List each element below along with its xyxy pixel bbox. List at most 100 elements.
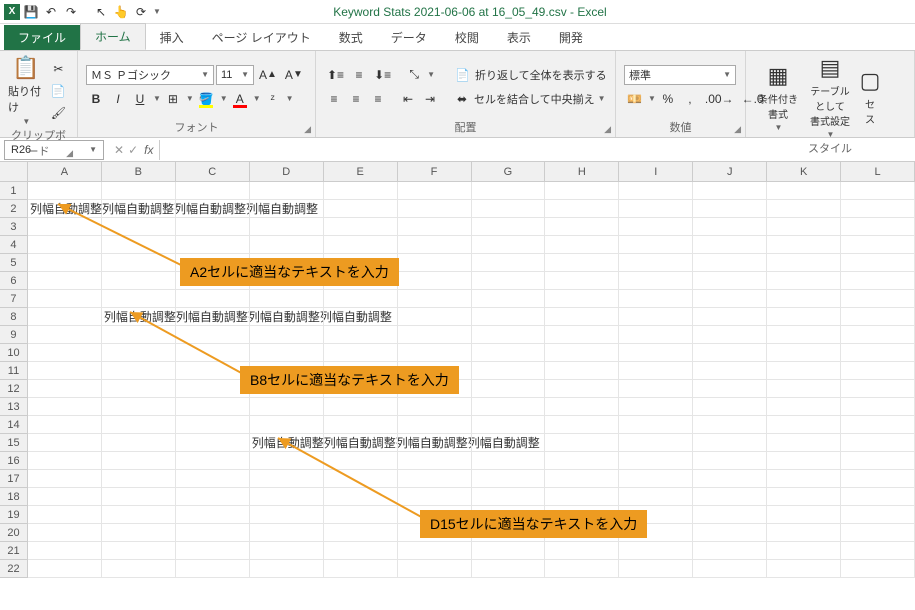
- worksheet-grid[interactable]: ABCDEFGHIJKL 12列幅自動調整列幅自動調整列幅自動調整列幅自動調整3…: [0, 162, 915, 578]
- bold-button[interactable]: B: [86, 89, 106, 109]
- conditional-format-button[interactable]: ▦条件付き 書式▼: [754, 55, 802, 139]
- cell-D3[interactable]: [250, 218, 324, 236]
- cell-G4[interactable]: [472, 236, 546, 254]
- tab-home[interactable]: ホーム: [80, 23, 146, 50]
- cell-G2[interactable]: [472, 200, 546, 218]
- save-icon[interactable]: 💾: [22, 3, 40, 21]
- cell-J4[interactable]: [693, 236, 767, 254]
- row-header[interactable]: 20: [0, 524, 28, 542]
- cell-E20[interactable]: [324, 524, 398, 542]
- cell-E21[interactable]: [324, 542, 398, 560]
- cell-F8[interactable]: [398, 308, 472, 326]
- col-header-D[interactable]: D: [250, 162, 324, 182]
- cell-F21[interactable]: [398, 542, 472, 560]
- font-size-select[interactable]: 11▼: [216, 65, 254, 85]
- cell-B13[interactable]: [102, 398, 176, 416]
- cell-H7[interactable]: [545, 290, 619, 308]
- font-color-button[interactable]: A: [230, 89, 250, 109]
- cell-J6[interactable]: [693, 272, 767, 290]
- undo-icon[interactable]: ↶: [42, 3, 60, 21]
- cell-D9[interactable]: [250, 326, 324, 344]
- cell-A12[interactable]: [28, 380, 102, 398]
- col-header-L[interactable]: L: [841, 162, 915, 182]
- cell-F13[interactable]: [398, 398, 472, 416]
- cell-K14[interactable]: [767, 416, 841, 434]
- cell-L15[interactable]: [841, 434, 915, 452]
- cell-A18[interactable]: [28, 488, 102, 506]
- cell-G17[interactable]: [472, 470, 546, 488]
- orientation-button[interactable]: ⤡: [404, 65, 424, 85]
- border-button[interactable]: ⊞: [163, 89, 183, 109]
- cell-C3[interactable]: [176, 218, 250, 236]
- cell-E15[interactable]: [324, 434, 398, 452]
- cell-B17[interactable]: [102, 470, 176, 488]
- cell-B6[interactable]: [102, 272, 176, 290]
- cell-D15[interactable]: 列幅自動調整列幅自動調整列幅自動調整列幅自動調整: [250, 434, 324, 452]
- cell-B9[interactable]: [102, 326, 176, 344]
- cell-B11[interactable]: [102, 362, 176, 380]
- cell-K13[interactable]: [767, 398, 841, 416]
- cell-D19[interactable]: [250, 506, 324, 524]
- cell-E17[interactable]: [324, 470, 398, 488]
- cell-I9[interactable]: [619, 326, 693, 344]
- cell-G13[interactable]: [472, 398, 546, 416]
- cell-J7[interactable]: [693, 290, 767, 308]
- cell-K19[interactable]: [767, 506, 841, 524]
- cell-G16[interactable]: [472, 452, 546, 470]
- cell-D10[interactable]: [250, 344, 324, 362]
- cell-B5[interactable]: [102, 254, 176, 272]
- cell-B18[interactable]: [102, 488, 176, 506]
- indent-decrease-button[interactable]: ⇤: [398, 89, 418, 109]
- row-header[interactable]: 5: [0, 254, 28, 272]
- cell-A13[interactable]: [28, 398, 102, 416]
- cell-I6[interactable]: [619, 272, 693, 290]
- col-header-K[interactable]: K: [767, 162, 841, 182]
- cell-K15[interactable]: [767, 434, 841, 452]
- cell-K16[interactable]: [767, 452, 841, 470]
- cell-G11[interactable]: [472, 362, 546, 380]
- cell-D22[interactable]: [250, 560, 324, 578]
- cell-D17[interactable]: [250, 470, 324, 488]
- number-format-select[interactable]: 標準▼: [624, 65, 736, 85]
- cell-K8[interactable]: [767, 308, 841, 326]
- align-left-button[interactable]: ≡: [324, 89, 344, 109]
- fx-icon[interactable]: fx: [144, 143, 153, 157]
- row-header[interactable]: 3: [0, 218, 28, 236]
- cell-F6[interactable]: [398, 272, 472, 290]
- cell-B7[interactable]: [102, 290, 176, 308]
- cell-E4[interactable]: [324, 236, 398, 254]
- cell-I4[interactable]: [619, 236, 693, 254]
- indent-increase-button[interactable]: ⇥: [420, 89, 440, 109]
- cell-L11[interactable]: [841, 362, 915, 380]
- copy-button[interactable]: 📄: [48, 81, 69, 101]
- cell-J3[interactable]: [693, 218, 767, 236]
- cell-C21[interactable]: [176, 542, 250, 560]
- cell-J17[interactable]: [693, 470, 767, 488]
- cell-H3[interactable]: [545, 218, 619, 236]
- cell-G18[interactable]: [472, 488, 546, 506]
- cell-J9[interactable]: [693, 326, 767, 344]
- cell-C11[interactable]: [176, 362, 250, 380]
- cell-F18[interactable]: [398, 488, 472, 506]
- cell-G7[interactable]: [472, 290, 546, 308]
- cell-A17[interactable]: [28, 470, 102, 488]
- cell-G22[interactable]: [472, 560, 546, 578]
- cell-I5[interactable]: [619, 254, 693, 272]
- col-header-E[interactable]: E: [324, 162, 398, 182]
- cell-G10[interactable]: [472, 344, 546, 362]
- cell-K12[interactable]: [767, 380, 841, 398]
- cell-J22[interactable]: [693, 560, 767, 578]
- cell-J16[interactable]: [693, 452, 767, 470]
- cell-C8[interactable]: [176, 308, 250, 326]
- cell-E2[interactable]: [324, 200, 398, 218]
- align-center-button[interactable]: ≡: [346, 89, 366, 109]
- cell-H9[interactable]: [545, 326, 619, 344]
- cell-C9[interactable]: [176, 326, 250, 344]
- touch-mode-icon[interactable]: 👆: [112, 3, 130, 21]
- format-painter-button[interactable]: 🖌: [48, 103, 69, 123]
- cell-A10[interactable]: [28, 344, 102, 362]
- cell-H15[interactable]: [545, 434, 619, 452]
- cell-A22[interactable]: [28, 560, 102, 578]
- cell-I13[interactable]: [619, 398, 693, 416]
- cell-A7[interactable]: [28, 290, 102, 308]
